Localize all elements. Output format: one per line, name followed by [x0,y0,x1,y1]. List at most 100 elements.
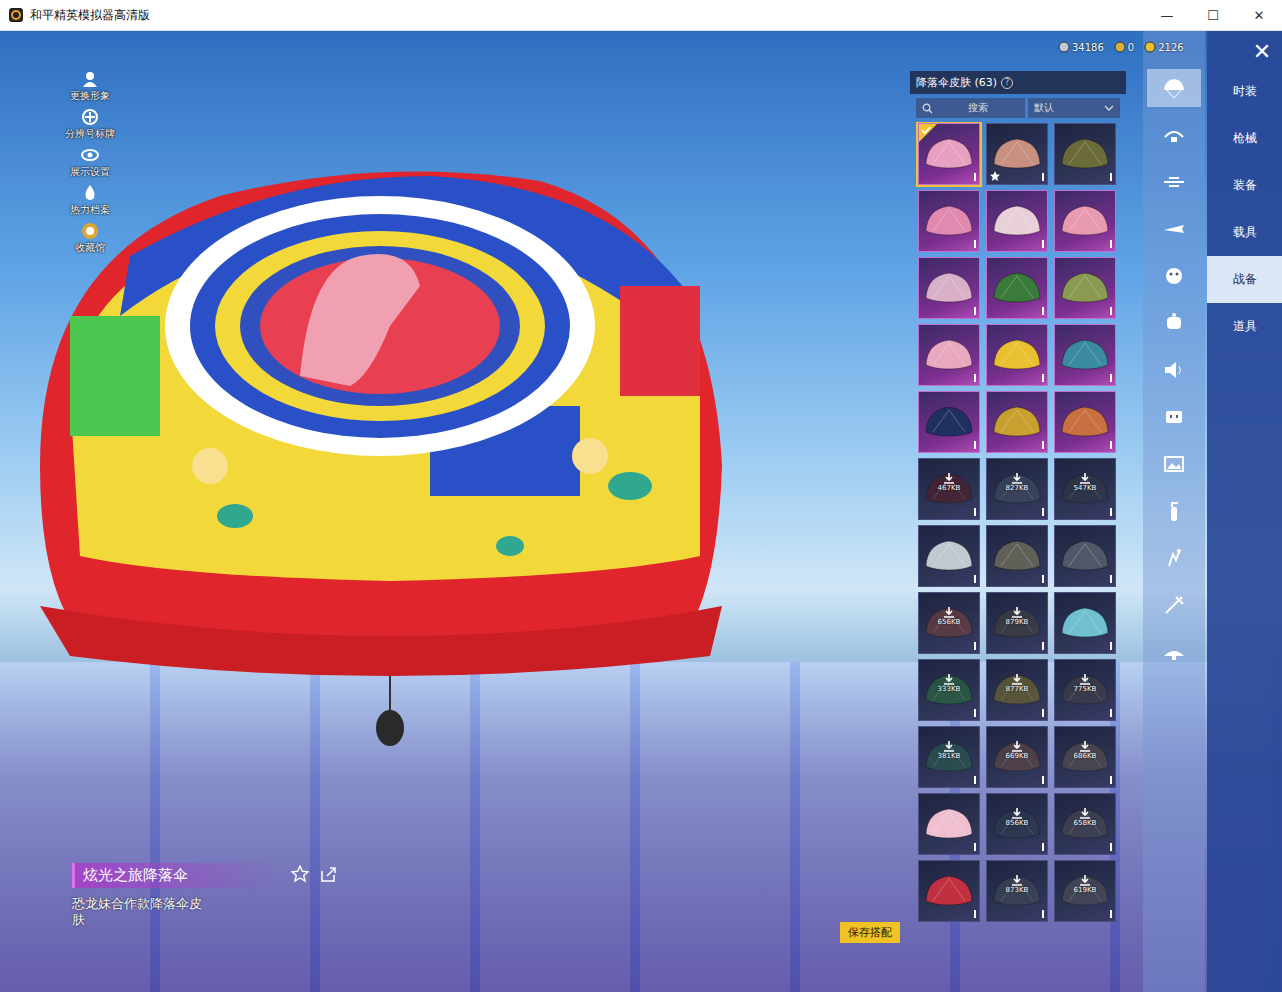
category-icon-tab[interactable] [1147,539,1201,577]
favorite-star-icon [1058,841,1068,851]
skin-item[interactable]: 467KB [918,458,980,520]
category-icon-tab[interactable] [1147,633,1201,671]
category-tab[interactable]: 装备 [1207,162,1282,209]
skin-item[interactable] [918,257,980,319]
skin-item[interactable]: 333KB [918,659,980,721]
skin-item[interactable] [918,123,980,185]
help-button[interactable]: ? [1001,77,1013,89]
skin-item[interactable] [918,190,980,252]
category-icon-tab[interactable] [1147,163,1201,201]
skin-item[interactable] [1054,190,1116,252]
count-mark [1042,441,1044,449]
category-icon-tab[interactable] [1147,445,1201,483]
skin-item[interactable] [986,525,1048,587]
skin-item[interactable]: 619KB [1054,860,1116,922]
side-menu-item[interactable]: 收藏馆 [60,221,120,255]
search-field[interactable]: 搜索 [916,98,1025,118]
skin-item[interactable] [918,860,980,922]
skin-item[interactable]: 656KB [918,592,980,654]
side-menu-item[interactable]: 更换形象 [60,69,120,103]
parachute-thumbnail [1059,603,1111,643]
download-badge: 619KB [1055,875,1115,894]
skin-item[interactable] [1054,525,1116,587]
category-icon-tab[interactable] [1147,116,1201,154]
skin-item[interactable] [986,123,1048,185]
category-tab[interactable]: 战备 [1207,256,1282,303]
category-icon-tab[interactable] [1147,586,1201,624]
close-window-button[interactable]: ✕ [1236,8,1282,23]
count-mark [1110,843,1112,851]
token-icon [1144,41,1156,53]
skin-item[interactable] [1054,257,1116,319]
side-menu-item[interactable]: 热力档案 [60,183,120,217]
chevron-down-icon [1104,104,1114,112]
category-tab[interactable]: 枪械 [1207,115,1282,162]
category-icon-tab[interactable] [1147,398,1201,436]
category-icon-tab[interactable] [1147,69,1201,107]
skin-item[interactable]: 879KB [986,592,1048,654]
category-icon-tab[interactable] [1147,304,1201,342]
skin-item[interactable] [1054,592,1116,654]
avatar-icon [80,69,100,89]
maximize-button[interactable]: ☐ [1190,8,1236,23]
skin-item[interactable] [986,257,1048,319]
skin-item[interactable]: 658KB [1054,793,1116,855]
favorite-star-icon [990,707,1000,717]
category-tab[interactable]: 载具 [1207,209,1282,256]
category-tab[interactable]: 时装 [1207,68,1282,115]
skin-item[interactable]: 669KB [986,726,1048,788]
parachute-thumbnail [991,536,1043,576]
favorite-star-icon [1058,238,1068,248]
favorite-star-icon [922,774,932,784]
window-title: 和平精英模拟器高清版 [30,7,1144,24]
category-tab[interactable]: 道具 [1207,303,1282,350]
count-mark [1042,910,1044,918]
skin-item[interactable]: 381KB [918,726,980,788]
sort-dropdown[interactable]: 默认 [1028,98,1120,118]
skin-item[interactable] [1054,391,1116,453]
skin-item[interactable]: 873KB [986,860,1048,922]
skin-item[interactable] [918,391,980,453]
category-icon-tab[interactable] [1147,492,1201,530]
flame-icon [80,183,100,203]
favorite-button[interactable] [291,865,309,887]
skin-item[interactable]: 827KB [986,458,1048,520]
skin-item[interactable]: 686KB [1054,726,1116,788]
favorite-star-icon [1058,372,1068,382]
skin-item[interactable] [986,190,1048,252]
download-icon [943,741,955,752]
side-menu-item[interactable]: 分辨号标牌 [60,107,120,141]
skin-item[interactable] [918,324,980,386]
skin-item[interactable]: 775KB [1054,659,1116,721]
favorite-star-icon [922,238,932,248]
count-mark [974,441,976,449]
skin-item[interactable]: 856KB [986,793,1048,855]
skin-item[interactable] [986,324,1048,386]
skin-item[interactable] [1054,123,1116,185]
close-button[interactable]: ✕ [1248,37,1276,65]
skin-item[interactable] [1054,324,1116,386]
minimize-button[interactable]: — [1144,8,1190,23]
share-icon [319,865,337,883]
star-icon [291,865,309,883]
skin-item[interactable] [918,793,980,855]
skin-item[interactable] [986,391,1048,453]
category-icon-tab[interactable] [1147,351,1201,389]
category-icon-tab[interactable] [1147,210,1201,248]
count-mark [1042,776,1044,784]
download-icon [943,674,955,685]
landing-icon [1161,640,1187,664]
currency: 0 [1114,41,1134,53]
side-menu-label: 更换形象 [70,89,110,103]
share-button[interactable] [319,865,337,887]
skin-item[interactable]: 547KB [1054,458,1116,520]
parachute-thumbnail [991,335,1043,375]
category-icon-tab[interactable] [1147,257,1201,295]
skin-item[interactable]: 877KB [986,659,1048,721]
save-outfit-button[interactable]: 保存搭配 [840,922,900,943]
side-menu-item[interactable]: 展示设置 [60,145,120,179]
download-badge: 381KB [919,741,979,760]
favorite-star-icon [922,573,932,583]
skin-item[interactable] [918,525,980,587]
category-tab-label: 战备 [1233,271,1257,288]
